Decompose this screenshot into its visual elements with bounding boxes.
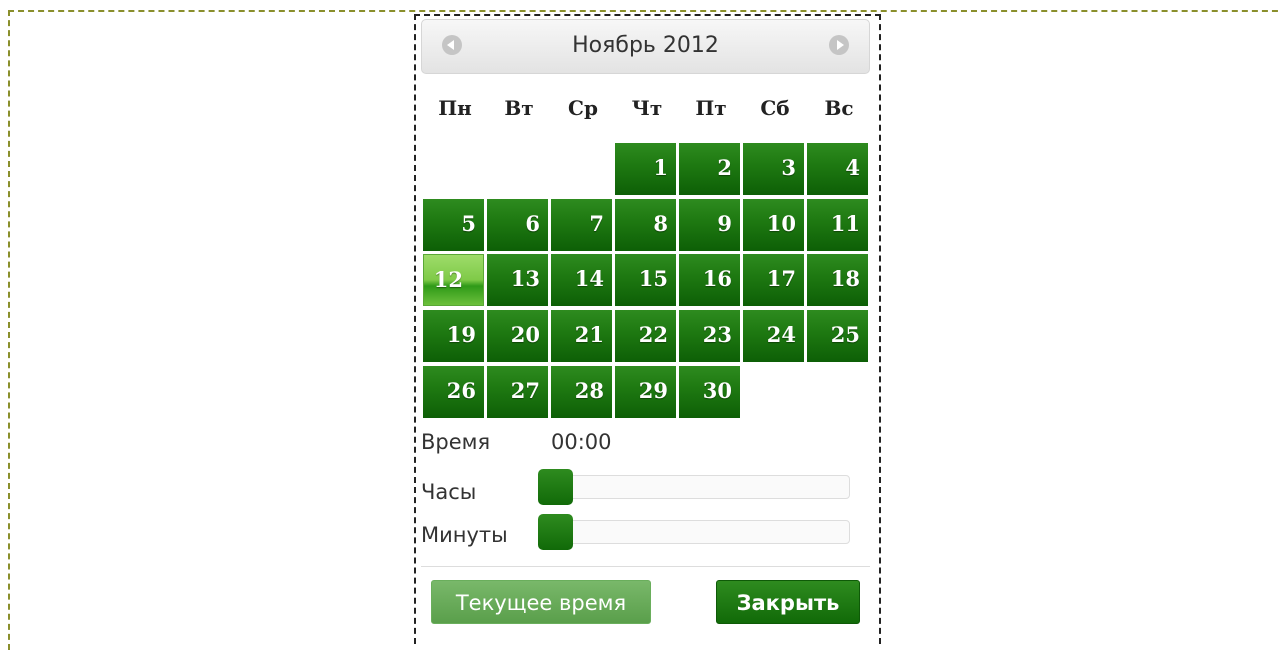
weekday-fri: Пт <box>695 96 727 120</box>
day-cell[interactable]: 28 <box>551 366 612 418</box>
day-cell[interactable]: 16 <box>679 254 740 306</box>
day-cell[interactable]: 20 <box>487 310 548 362</box>
day-cell[interactable]: 18 <box>807 254 868 306</box>
weekday-sun: Вс <box>824 96 854 120</box>
hours-slider[interactable] <box>538 475 850 499</box>
month-title: Ноябрь 2012 <box>572 33 719 58</box>
day-cell[interactable]: 2 <box>679 143 740 195</box>
hours-slider-handle[interactable] <box>538 469 573 505</box>
weekday-mon: Пн <box>438 96 472 120</box>
day-cell[interactable]: 7 <box>551 199 612 251</box>
day-cell[interactable]: 22 <box>615 310 676 362</box>
day-cell[interactable]: 23 <box>679 310 740 362</box>
close-button[interactable]: Закрыть <box>716 580 860 624</box>
day-cell[interactable]: 10 <box>743 199 804 251</box>
day-cell[interactable]: 4 <box>807 143 868 195</box>
day-cell[interactable]: 24 <box>743 310 804 362</box>
day-cell[interactable]: 17 <box>743 254 804 306</box>
current-time-button[interactable]: Текущее время <box>431 580 651 624</box>
divider <box>421 566 870 567</box>
day-cell[interactable]: 21 <box>551 310 612 362</box>
day-cell[interactable]: 25 <box>807 310 868 362</box>
day-cell[interactable]: 9 <box>679 199 740 251</box>
day-cell[interactable]: 30 <box>679 366 740 418</box>
weekday-sat: Сб <box>760 96 790 120</box>
weekday-thu: Чт <box>631 96 663 120</box>
day-cell[interactable]: 11 <box>807 199 868 251</box>
minutes-label: Минуты <box>421 523 508 547</box>
day-cell[interactable]: 19 <box>423 310 484 362</box>
day-cell[interactable]: 13 <box>487 254 548 306</box>
day-cell[interactable]: 27 <box>487 366 548 418</box>
day-cell[interactable]: 1 <box>615 143 676 195</box>
weekday-wed: Ср <box>568 96 598 120</box>
day-cell[interactable]: 6 <box>487 199 548 251</box>
day-cell[interactable]: 26 <box>423 366 484 418</box>
day-cell[interactable]: 14 <box>551 254 612 306</box>
day-cell[interactable]: 29 <box>615 366 676 418</box>
minutes-slider[interactable] <box>538 520 850 544</box>
day-cell[interactable]: 8 <box>615 199 676 251</box>
calendar-header: Ноябрь 2012 <box>421 19 870 74</box>
weekday-tue: Вт <box>504 96 534 120</box>
hours-label: Часы <box>421 480 477 504</box>
circle-arrow-right-icon[interactable] <box>829 35 849 55</box>
time-value: 00:00 <box>551 430 612 454</box>
day-cell-selected[interactable]: 12 <box>423 254 484 306</box>
time-label: Время <box>421 430 491 454</box>
day-cell[interactable]: 5 <box>423 199 484 251</box>
minutes-slider-handle[interactable] <box>538 514 573 550</box>
day-cell[interactable]: 3 <box>743 143 804 195</box>
day-cell[interactable]: 15 <box>615 254 676 306</box>
